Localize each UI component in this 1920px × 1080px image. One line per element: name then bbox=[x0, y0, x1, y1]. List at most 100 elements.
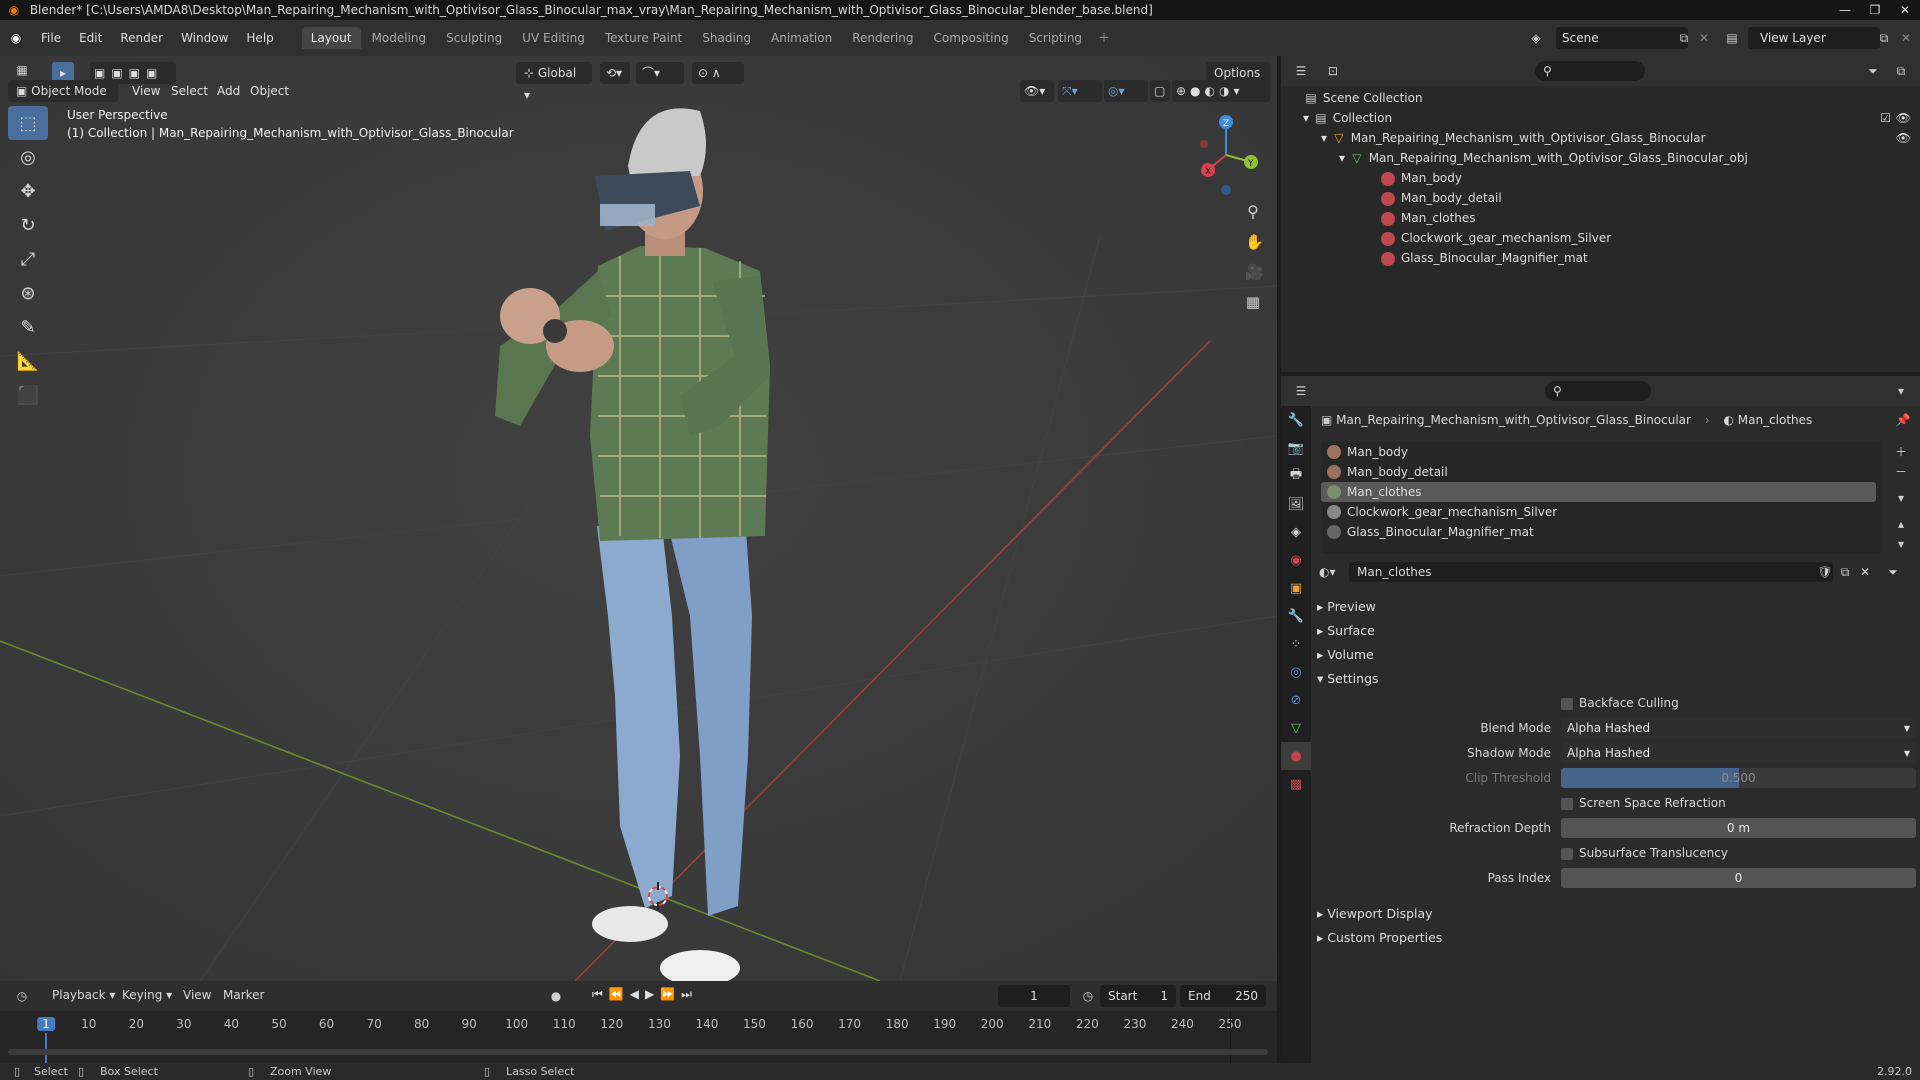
record-icon[interactable]: ● bbox=[548, 988, 564, 1004]
fake-user-icon[interactable]: 🛡 bbox=[1817, 564, 1833, 580]
visibility-dropdown[interactable]: 👁▾ bbox=[1020, 80, 1054, 102]
playhead-line[interactable] bbox=[45, 1033, 47, 1063]
object-mode-dropdown[interactable]: ▣ Object Mode ▾ bbox=[8, 80, 118, 120]
menu-help[interactable]: Help bbox=[237, 27, 282, 49]
viewport-menu-select[interactable]: Select bbox=[171, 80, 208, 102]
panel-volume[interactable]: ▸ Volume bbox=[1317, 644, 1374, 666]
remove-view-layer-icon[interactable]: ✕ bbox=[1898, 30, 1914, 46]
unlink-material-icon[interactable]: ✕ bbox=[1857, 564, 1873, 580]
pass-index-field[interactable]: 0 bbox=[1561, 868, 1916, 888]
material-slot[interactable]: Glass_Binocular_Magnifier_mat bbox=[1321, 522, 1881, 542]
remove-scene-icon[interactable]: ✕ bbox=[1696, 30, 1712, 46]
world-tab-icon[interactable]: ◉ bbox=[1281, 546, 1311, 574]
tab-uv-editing[interactable]: UV Editing bbox=[513, 27, 594, 49]
add-slot-icon[interactable]: ＋ bbox=[1893, 444, 1909, 460]
scene-tab-icon[interactable]: ◈ bbox=[1281, 518, 1311, 546]
remove-slot-icon[interactable]: － bbox=[1893, 464, 1909, 480]
timeline-menu-playback[interactable]: Playback ▾ bbox=[52, 988, 115, 1002]
close-button[interactable]: ✕ bbox=[1890, 0, 1920, 20]
properties-editor[interactable]: ☰ ⚲ ▾ 🔧 📷 🖶 🖼 ◈ ◉ ▣ 🔧 ⁘ ◎ ⊘ ▽ ● ▩ ▣ Man_… bbox=[1281, 376, 1920, 1063]
pivot-dropdown[interactable]: ⟲▾ bbox=[600, 62, 630, 84]
snap-toggle[interactable]: ⌒▾ bbox=[636, 62, 684, 84]
physics-tab-icon[interactable]: ◎ bbox=[1281, 658, 1311, 686]
rotate-tool[interactable]: ↻ bbox=[8, 208, 48, 242]
outliner-collection[interactable]: ▾ ▤ Collection ☑ 👁 bbox=[1303, 108, 1915, 128]
outliner-material[interactable]: Glass_Binocular_Magnifier_mat bbox=[1381, 248, 1588, 268]
timeline-scrollbar[interactable] bbox=[8, 1049, 1268, 1055]
gizmo-toggle[interactable]: ⤧▾ bbox=[1058, 80, 1102, 102]
visibility-eye-icon[interactable]: 👁 bbox=[1896, 128, 1911, 148]
menu-file[interactable]: File bbox=[32, 27, 70, 49]
end-frame-field[interactable]: End 250 bbox=[1180, 985, 1266, 1007]
properties-options-icon[interactable]: ▾ bbox=[1893, 383, 1909, 399]
tab-compositing[interactable]: Compositing bbox=[924, 27, 1017, 49]
tab-layout[interactable]: Layout bbox=[301, 27, 361, 49]
clip-threshold-slider[interactable]: 0.500 bbox=[1561, 768, 1916, 788]
zoom-icon[interactable]: ⚲ bbox=[1245, 204, 1261, 220]
new-view-layer-icon[interactable]: ⧉ bbox=[1876, 30, 1892, 46]
menu-render[interactable]: Render bbox=[111, 27, 172, 49]
transform-tool[interactable]: ⊛ bbox=[8, 276, 48, 310]
outliner-mesh[interactable]: ▾ ▽ Man_Repairing_Mechanism_with_Optivis… bbox=[1339, 148, 1748, 168]
panel-custom-properties[interactable]: ▸ Custom Properties bbox=[1317, 927, 1442, 949]
tool-tab-icon[interactable]: 🔧 bbox=[1281, 406, 1311, 434]
minimize-button[interactable]: — bbox=[1830, 0, 1860, 20]
proportional-edit-toggle[interactable]: ⊙ ∧ bbox=[692, 62, 744, 84]
outliner-material[interactable]: Man_body bbox=[1381, 168, 1462, 188]
maximize-button[interactable]: ❐ bbox=[1860, 0, 1890, 20]
timeline-menu-keying[interactable]: Keying ▾ bbox=[122, 988, 172, 1002]
timeline-menu-marker[interactable]: Marker bbox=[223, 988, 264, 1002]
select-box-tool[interactable]: ⬚ bbox=[8, 106, 48, 140]
output-tab-icon[interactable]: 🖶 bbox=[1281, 462, 1311, 490]
object-tab-icon[interactable]: ▣ bbox=[1281, 574, 1311, 602]
material-slot-list[interactable]: Man_body Man_body_detail Man_clothes Clo… bbox=[1321, 442, 1881, 554]
start-frame-field[interactable]: Start 1 bbox=[1100, 985, 1176, 1007]
ortho-toggle-icon[interactable]: ▦ bbox=[1245, 294, 1261, 310]
panel-preview[interactable]: ▸ Preview bbox=[1317, 596, 1376, 618]
menu-window[interactable]: Window bbox=[172, 27, 237, 49]
duplicate-material-icon[interactable]: ⧉ bbox=[1837, 564, 1853, 580]
tab-scripting[interactable]: Scripting bbox=[1020, 27, 1091, 49]
timeline-editor-type-icon[interactable]: ◷ bbox=[14, 988, 30, 1004]
viewport-menu-view[interactable]: View bbox=[132, 80, 160, 102]
pan-hand-icon[interactable]: ✋ bbox=[1245, 234, 1264, 250]
tab-texture-paint[interactable]: Texture Paint bbox=[596, 27, 691, 49]
editor-type-icon[interactable]: ▦ bbox=[14, 62, 30, 78]
pin-icon[interactable]: 📌 bbox=[1895, 412, 1911, 428]
shadow-mode-dropdown[interactable]: Alpha Hashed ▾ bbox=[1561, 743, 1916, 763]
scale-tool[interactable]: ⤢ bbox=[8, 242, 48, 276]
move-slot-down-icon[interactable]: ▾ bbox=[1893, 536, 1909, 552]
refraction-depth-field[interactable]: 0 m bbox=[1561, 818, 1916, 838]
outliner-material[interactable]: Man_body_detail bbox=[1381, 188, 1502, 208]
material-slot[interactable]: Man_body_detail bbox=[1321, 462, 1881, 482]
transform-orientation-dropdown[interactable]: ⊹ Global ▾ bbox=[516, 62, 592, 102]
add-cube-tool[interactable]: ⬛ bbox=[8, 378, 48, 412]
shading-buttons[interactable]: ⊕●◐◑▾ bbox=[1172, 80, 1270, 102]
screen-space-refraction-checkbox[interactable] bbox=[1561, 798, 1573, 810]
overlay-toggle[interactable]: ◎▾ bbox=[1104, 80, 1148, 102]
properties-search-input[interactable]: ⚲ bbox=[1545, 381, 1651, 401]
scene-name-field[interactable]: Scene bbox=[1556, 27, 1688, 49]
material-slot[interactable]: Clockwork_gear_mechanism_Silver bbox=[1321, 502, 1881, 522]
outliner-object[interactable]: ▾ ▽ Man_Repairing_Mechanism_with_Optivis… bbox=[1321, 128, 1915, 148]
outliner-scene-collection[interactable]: ▤ Scene Collection bbox=[1303, 88, 1422, 108]
render-tab-icon[interactable]: 📷 bbox=[1281, 434, 1311, 462]
move-slot-up-icon[interactable]: ▴ bbox=[1893, 516, 1909, 532]
view-layer-tab-icon[interactable]: 🖼 bbox=[1281, 490, 1311, 518]
tab-animation[interactable]: Animation bbox=[762, 27, 841, 49]
link-dropdown-icon[interactable]: ⏷ bbox=[1885, 564, 1901, 580]
viewport-menu-add[interactable]: Add bbox=[217, 80, 240, 102]
panel-settings[interactable]: ▾ Settings bbox=[1317, 668, 1379, 690]
panel-surface[interactable]: ▸ Surface bbox=[1317, 620, 1375, 642]
backface-culling-checkbox[interactable] bbox=[1561, 698, 1573, 710]
modifier-tab-icon[interactable]: 🔧 bbox=[1281, 602, 1311, 630]
panel-viewport-display[interactable]: ▸ Viewport Display bbox=[1317, 903, 1433, 925]
exclude-checkbox[interactable]: ☑ bbox=[1880, 108, 1891, 128]
3d-viewport[interactable]: ▦ ▸ ▣▣▣▣ ⊹ Global ▾ ⟲▾ ⌒▾ ⊙ ∧ Options ▾ … bbox=[0, 56, 1277, 981]
tab-sculpting[interactable]: Sculpting bbox=[437, 27, 511, 49]
display-mode-icon[interactable]: ⊡ bbox=[1325, 63, 1341, 79]
material-name-field[interactable]: Man_clothes bbox=[1349, 562, 1833, 582]
preview-range-icon[interactable]: ◷ bbox=[1080, 988, 1096, 1004]
current-frame-field[interactable]: 1 bbox=[998, 985, 1070, 1007]
blend-mode-dropdown[interactable]: Alpha Hashed ▾ bbox=[1561, 718, 1916, 738]
